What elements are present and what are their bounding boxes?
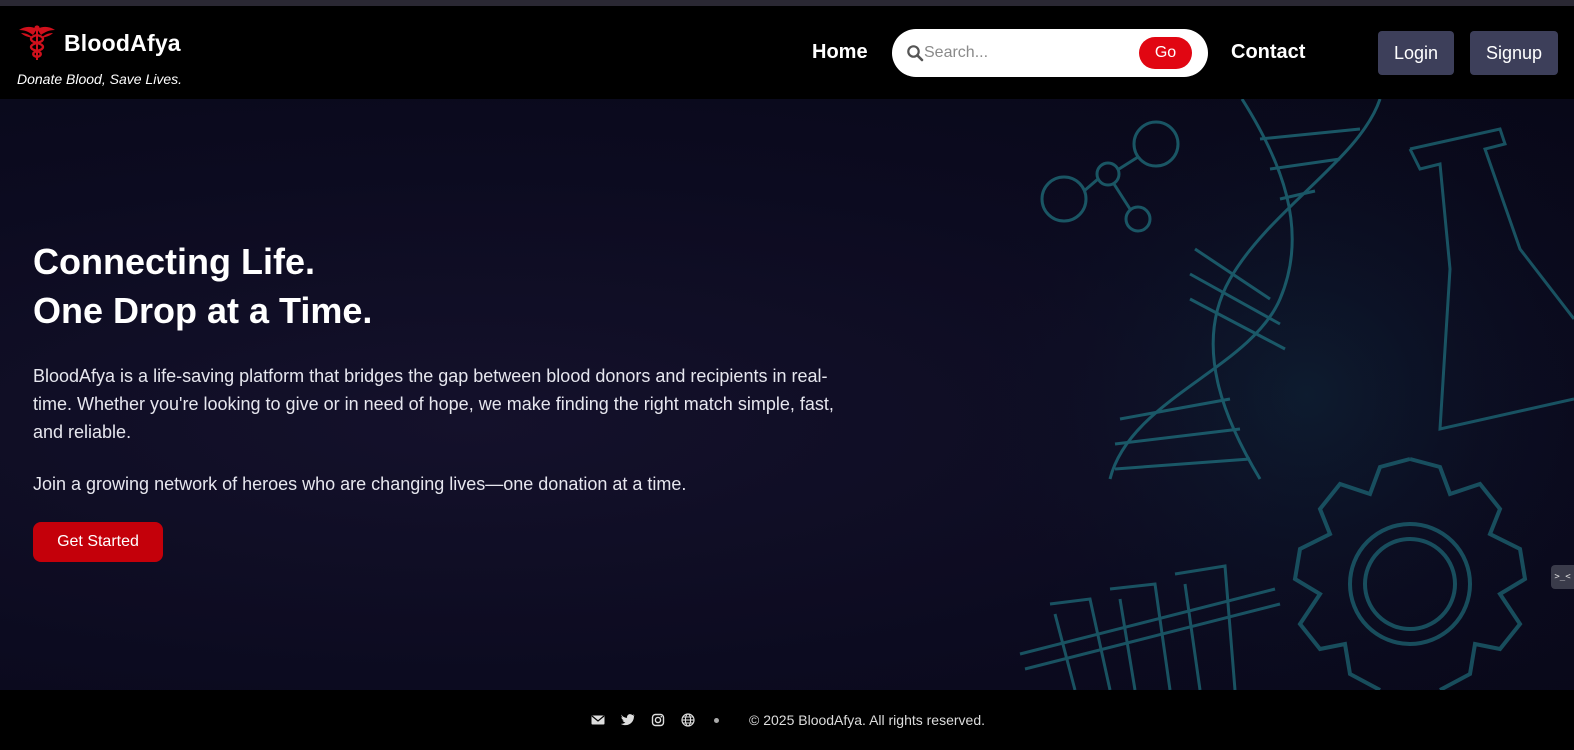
hero-subtext: Join a growing network of heroes who are… bbox=[33, 474, 687, 494]
hero-title-line2: One Drop at a Time. bbox=[33, 290, 373, 331]
hero-title: Connecting Life. One Drop at a Time. bbox=[33, 237, 853, 335]
brand-name: BloodAfya bbox=[64, 29, 181, 56]
brand-tagline: Donate Blood, Save Lives. bbox=[17, 71, 182, 87]
get-started-button[interactable]: Get Started bbox=[33, 522, 163, 562]
hero-section: Connecting Life. One Drop at a Time. Blo… bbox=[0, 99, 1574, 690]
envelope-icon[interactable] bbox=[591, 713, 605, 727]
login-button[interactable]: Login bbox=[1378, 31, 1454, 75]
hero-description: BloodAfya is a life-saving platform that… bbox=[33, 366, 834, 442]
nav-contact-link[interactable]: Contact bbox=[1231, 41, 1305, 64]
brand[interactable]: BloodAfya Donate Blood, Save Lives. bbox=[17, 23, 182, 87]
site-header: BloodAfya Donate Blood, Save Lives. Home… bbox=[0, 6, 1574, 99]
hero-content: Connecting Life. One Drop at a Time. Blo… bbox=[33, 237, 853, 562]
hero-background-art bbox=[980, 99, 1574, 690]
separator-dot bbox=[714, 717, 719, 723]
search-bar: Go bbox=[892, 29, 1208, 77]
twitter-icon[interactable] bbox=[621, 713, 635, 727]
copyright-text: © 2025 BloodAfya. All rights reserved. bbox=[749, 712, 985, 728]
nav-home-link[interactable]: Home bbox=[812, 41, 868, 64]
globe-icon[interactable] bbox=[681, 713, 695, 727]
caduceus-icon bbox=[19, 25, 55, 60]
search-go-button[interactable]: Go bbox=[1139, 37, 1192, 69]
search-icon bbox=[907, 45, 924, 62]
site-footer: © 2025 BloodAfya. All rights reserved. bbox=[0, 690, 1574, 750]
hero-title-line1: Connecting Life. bbox=[33, 241, 315, 282]
signup-button[interactable]: Signup bbox=[1470, 31, 1558, 75]
search-input[interactable] bbox=[924, 39, 1134, 67]
instagram-icon[interactable] bbox=[651, 713, 665, 727]
side-widget-tab[interactable]: >_< bbox=[1551, 565, 1574, 589]
